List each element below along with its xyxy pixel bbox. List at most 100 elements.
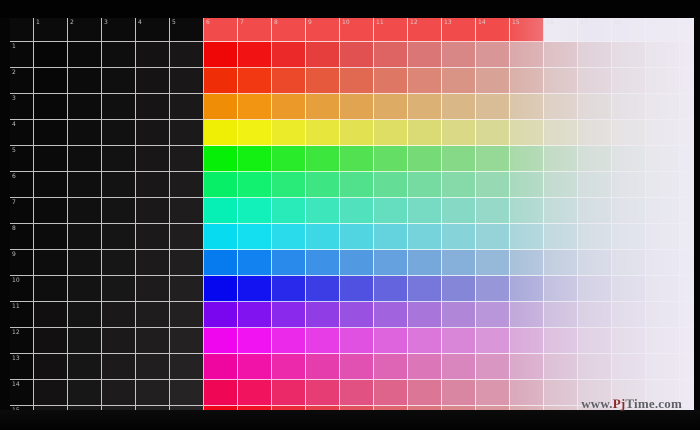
column-label: 5 bbox=[170, 18, 204, 42]
color-swatch bbox=[680, 276, 694, 302]
color-swatch bbox=[408, 94, 442, 120]
color-swatch bbox=[102, 380, 136, 406]
color-swatch bbox=[408, 354, 442, 380]
color-swatch bbox=[34, 198, 68, 224]
color-swatch bbox=[578, 120, 612, 146]
color-swatch bbox=[544, 68, 578, 94]
color-swatch bbox=[374, 250, 408, 276]
color-swatch bbox=[578, 42, 612, 68]
color-swatch bbox=[646, 224, 680, 250]
color-swatch bbox=[204, 120, 238, 146]
color-swatch bbox=[510, 172, 544, 198]
color-swatch bbox=[102, 68, 136, 94]
color-swatch bbox=[612, 146, 646, 172]
projector-photo: 1 2 3 4 5 6 7 8 9 10 11 12 13 14 15 16 17 18 19 20 1 2 3 4 5 6 7 8 9… bbox=[0, 0, 700, 430]
color-swatch bbox=[680, 224, 694, 250]
column-label: 17 bbox=[578, 18, 612, 42]
watermark-suffix: Time.com bbox=[625, 396, 682, 411]
color-swatch bbox=[408, 198, 442, 224]
color-swatch bbox=[442, 198, 476, 224]
row-label: 2 bbox=[10, 68, 34, 94]
color-swatch bbox=[204, 68, 238, 94]
color-swatch bbox=[442, 68, 476, 94]
color-swatch bbox=[442, 380, 476, 406]
top-black-strip bbox=[0, 0, 700, 18]
color-swatch bbox=[68, 250, 102, 276]
color-swatch bbox=[238, 94, 272, 120]
color-swatch bbox=[306, 172, 340, 198]
color-swatch bbox=[442, 328, 476, 354]
color-swatch bbox=[510, 198, 544, 224]
color-swatch bbox=[646, 94, 680, 120]
color-swatch bbox=[68, 276, 102, 302]
column-label: 19 bbox=[646, 18, 680, 42]
color-swatch bbox=[306, 120, 340, 146]
column-label: 7 bbox=[238, 18, 272, 42]
color-swatch bbox=[408, 380, 442, 406]
color-swatch bbox=[306, 302, 340, 328]
watermark-accent: Pj bbox=[612, 396, 626, 411]
color-swatch bbox=[340, 328, 374, 354]
color-swatch bbox=[68, 354, 102, 380]
color-swatch bbox=[34, 328, 68, 354]
row-label: 4 bbox=[10, 120, 34, 146]
color-swatch bbox=[408, 120, 442, 146]
color-swatch bbox=[340, 42, 374, 68]
color-swatch bbox=[374, 68, 408, 94]
color-swatch bbox=[442, 42, 476, 68]
color-grid: 1 2 3 4 5 6 7 8 9 10 11 12 13 14 15 16 17 18 19 20 1 2 3 4 5 6 7 8 9… bbox=[10, 18, 694, 410]
color-swatch bbox=[238, 354, 272, 380]
color-swatch bbox=[136, 94, 170, 120]
column-label: 11 bbox=[374, 18, 408, 42]
color-swatch bbox=[340, 120, 374, 146]
color-swatch bbox=[170, 198, 204, 224]
row-label: 1 bbox=[10, 42, 34, 68]
row-label: 13 bbox=[10, 354, 34, 380]
color-swatch bbox=[612, 224, 646, 250]
color-swatch bbox=[238, 276, 272, 302]
color-swatch bbox=[578, 224, 612, 250]
color-swatch bbox=[170, 42, 204, 68]
color-swatch bbox=[102, 120, 136, 146]
color-swatch bbox=[136, 198, 170, 224]
color-swatch bbox=[408, 276, 442, 302]
color-swatch bbox=[272, 68, 306, 94]
color-swatch bbox=[612, 120, 646, 146]
color-swatch bbox=[578, 172, 612, 198]
color-swatch bbox=[68, 380, 102, 406]
test-pattern-panel: 1 2 3 4 5 6 7 8 9 10 11 12 13 14 15 16 17 18 19 20 1 2 3 4 5 6 7 8 9… bbox=[10, 18, 694, 410]
color-swatch bbox=[544, 120, 578, 146]
color-swatch bbox=[68, 198, 102, 224]
color-swatch bbox=[238, 120, 272, 146]
color-swatch bbox=[612, 172, 646, 198]
color-swatch bbox=[578, 250, 612, 276]
color-swatch bbox=[238, 250, 272, 276]
color-swatch bbox=[680, 250, 694, 276]
color-swatch bbox=[204, 172, 238, 198]
color-swatch bbox=[340, 224, 374, 250]
color-swatch bbox=[136, 276, 170, 302]
color-swatch bbox=[374, 120, 408, 146]
column-label: 3 bbox=[102, 18, 136, 42]
color-swatch bbox=[136, 250, 170, 276]
color-swatch bbox=[238, 328, 272, 354]
color-swatch bbox=[272, 146, 306, 172]
row-label: 3 bbox=[10, 94, 34, 120]
color-swatch bbox=[170, 354, 204, 380]
color-swatch bbox=[578, 146, 612, 172]
site-watermark: www.PjTime.com bbox=[581, 396, 682, 412]
color-swatch bbox=[646, 302, 680, 328]
color-swatch bbox=[544, 224, 578, 250]
color-swatch bbox=[442, 302, 476, 328]
column-label: 8 bbox=[272, 18, 306, 42]
color-swatch bbox=[34, 224, 68, 250]
color-swatch bbox=[646, 120, 680, 146]
column-label: 2 bbox=[68, 18, 102, 42]
color-swatch bbox=[442, 172, 476, 198]
column-label: 16 bbox=[544, 18, 578, 42]
color-swatch bbox=[646, 276, 680, 302]
color-swatch bbox=[136, 42, 170, 68]
color-swatch bbox=[136, 68, 170, 94]
color-swatch bbox=[680, 380, 694, 406]
color-swatch bbox=[34, 146, 68, 172]
